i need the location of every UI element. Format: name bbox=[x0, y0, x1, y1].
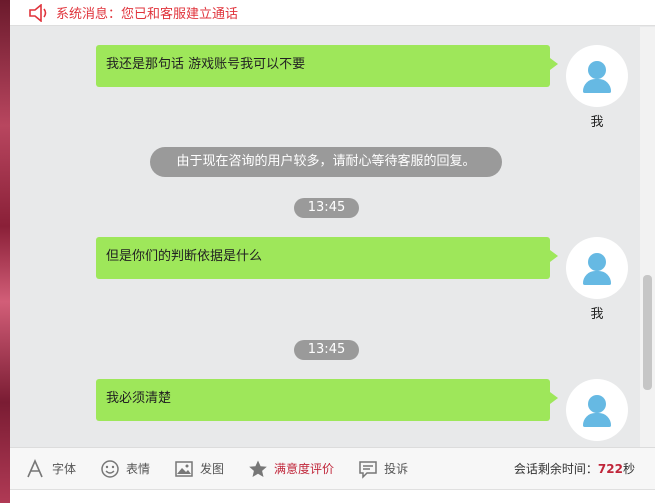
message-bubble: 我还是那句话 游戏账号我可以不要 bbox=[96, 45, 558, 87]
star-icon bbox=[248, 459, 268, 479]
message-row: 我还是那句话 游戏账号我可以不要 bbox=[96, 45, 558, 87]
timer-value: 722 bbox=[597, 462, 623, 476]
session-timer: 会话剩余时间：722秒 bbox=[514, 460, 635, 477]
background-strip bbox=[0, 0, 10, 503]
input-toolbar: 字体 表情 发图 满意度评价 投诉 会话剩余时间：722秒 bbox=[10, 447, 655, 489]
user-avatar-block: 我 bbox=[566, 379, 628, 447]
user-avatar-icon bbox=[566, 379, 628, 441]
emoji-label: 表情 bbox=[126, 462, 151, 476]
timestamp: 13:45 bbox=[294, 198, 359, 218]
speaker-icon bbox=[28, 3, 52, 22]
emoji-button[interactable]: 表情 bbox=[100, 459, 150, 479]
chat-scrollbar[interactable] bbox=[640, 27, 655, 447]
timer-unit: 秒 bbox=[622, 462, 635, 476]
system-message-text: 系统消息：您已和客服建立通话 bbox=[56, 7, 239, 22]
sender-name: 我 bbox=[590, 307, 604, 322]
font-label: 字体 bbox=[52, 462, 77, 476]
image-icon bbox=[174, 459, 194, 479]
user-avatar-icon bbox=[566, 237, 628, 299]
rating-label: 满意度评价 bbox=[274, 462, 335, 476]
message-row: 但是你们的判断依据是什么 bbox=[96, 237, 558, 279]
image-label: 发图 bbox=[200, 462, 225, 476]
user-avatar-block: 我 bbox=[566, 45, 628, 130]
scrollbar-thumb[interactable] bbox=[643, 275, 652, 390]
queue-notice: 由于现在咨询的用户较多，请耐心等待客服的回复。 bbox=[150, 147, 502, 177]
complaint-icon bbox=[358, 459, 378, 479]
complain-button[interactable]: 投诉 bbox=[358, 459, 408, 479]
message-bubble: 我必须清楚 bbox=[96, 379, 558, 421]
user-avatar-block: 我 bbox=[566, 237, 628, 322]
timer-label: 会话剩余时间： bbox=[513, 462, 598, 476]
message-row: 我必须清楚 bbox=[96, 379, 558, 421]
send-image-button[interactable]: 发图 bbox=[174, 459, 224, 479]
user-avatar-icon bbox=[566, 45, 628, 107]
font-button[interactable]: 字体 bbox=[26, 458, 77, 479]
message-input[interactable] bbox=[10, 489, 655, 503]
chat-area[interactable]: 我还是那句话 游戏账号我可以不要 我 由于现在咨询的用户较多，请耐心等待客服的回… bbox=[10, 27, 640, 447]
message-bubble: 但是你们的判断依据是什么 bbox=[96, 237, 558, 279]
rating-button[interactable]: 满意度评价 bbox=[248, 459, 334, 479]
sender-name: 我 bbox=[590, 115, 604, 130]
font-icon bbox=[26, 458, 46, 479]
timestamp: 13:45 bbox=[294, 340, 359, 360]
complain-label: 投诉 bbox=[384, 462, 409, 476]
system-message-bar: 系统消息：您已和客服建立通话 bbox=[10, 0, 655, 26]
smiley-icon bbox=[100, 459, 120, 479]
